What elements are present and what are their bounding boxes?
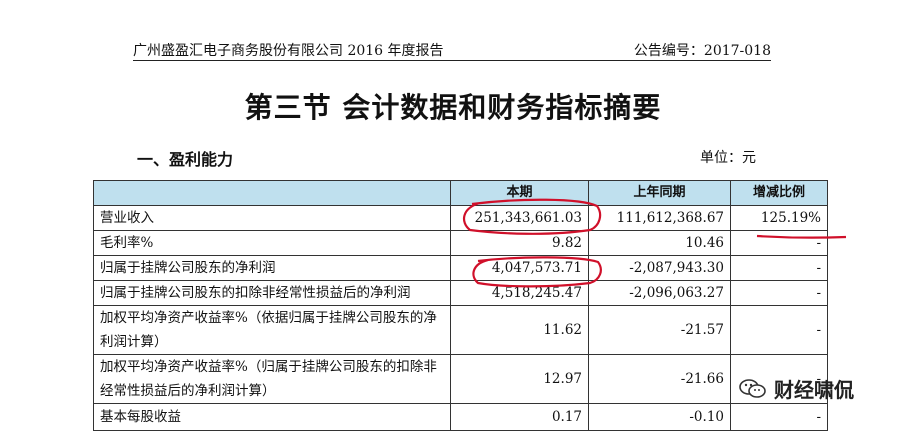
- row-label: 毛利率%: [93, 230, 451, 256]
- change-value: -: [730, 305, 828, 355]
- previous-value: -2,096,063.27: [588, 280, 731, 306]
- previous-value: -2,087,943.30: [588, 255, 731, 281]
- current-value: 9.82: [450, 230, 589, 256]
- current-value: 4,518,245.47: [450, 280, 589, 306]
- previous-value: 111,612,368.67: [588, 205, 731, 231]
- row-label: 加权平均净资产收益率%（依据归属于挂牌公司股东的净利润计算）: [93, 305, 451, 355]
- table-row: 归属于挂牌公司股东的净利润 4,047,573.71 -2,087,943.30…: [93, 255, 828, 281]
- row-label: 归属于挂牌公司股东的净利润: [93, 255, 451, 281]
- change-value: -: [730, 403, 828, 431]
- change-value: 125.19%: [730, 205, 828, 231]
- previous-value: -0.10: [588, 403, 731, 431]
- table-row: 基本每股收益 0.17 -0.10 -: [93, 403, 828, 431]
- table-row: 毛利率% 9.82 10.46 -: [93, 230, 828, 256]
- row-label: 归属于挂牌公司股东的扣除非经常性损益后的净利润: [93, 280, 451, 306]
- current-value: 251,343,661.03: [450, 205, 589, 231]
- financial-table: 本期 上年同期 增减比例 营业收入 251,343,661.03 111,612…: [93, 180, 828, 431]
- current-value: 12.97: [450, 354, 589, 404]
- header-previous-period: 上年同期: [588, 180, 731, 206]
- table-row: 归属于挂牌公司股东的扣除非经常性损益后的净利润 4,518,245.47 -2,…: [93, 280, 828, 306]
- current-value: 11.62: [450, 305, 589, 355]
- table-row: 加权平均净资产收益率%（归属于挂牌公司股东的扣除非经常性损益后的净利润计算） 1…: [93, 354, 828, 404]
- previous-value: -21.66: [588, 354, 731, 404]
- company-report-title: 广州盛盈汇电子商务股份有限公司 2016 年度报告: [133, 43, 444, 59]
- subsection-title: 一、盈利能力: [137, 150, 234, 169]
- current-value: 0.17: [450, 403, 589, 431]
- change-value: -: [730, 280, 828, 306]
- change-value: -: [730, 255, 828, 281]
- change-value: -: [730, 230, 828, 256]
- row-label: 加权平均净资产收益率%（归属于挂牌公司股东的扣除非经常性损益后的净利润计算）: [93, 354, 451, 404]
- table-row: 加权平均净资产收益率%（依据归属于挂牌公司股东的净利润计算） 11.62 -21…: [93, 305, 828, 355]
- notice-number: 公告编号：2017-018: [633, 43, 771, 59]
- header-change-ratio: 增减比例: [730, 180, 828, 206]
- unit-label: 单位：元: [700, 150, 756, 166]
- report-header: 广州盛盈汇电子商务股份有限公司 2016 年度报告 公告编号：2017-018: [133, 38, 771, 61]
- row-label: 营业收入: [93, 205, 451, 231]
- watermark-text: 财经啸侃: [774, 378, 854, 402]
- wechat-icon: [738, 377, 768, 401]
- row-label: 基本每股收益: [93, 403, 451, 431]
- previous-value: 10.46: [588, 230, 731, 256]
- watermark: 财经啸侃: [738, 374, 854, 403]
- section-title: 第三节 会计数据和财务指标摘要: [244, 91, 662, 124]
- current-value: 4,047,573.71: [450, 255, 589, 281]
- header-label-cell: [93, 180, 451, 206]
- previous-value: -21.57: [588, 305, 731, 355]
- table-header-row: 本期 上年同期 增减比例: [93, 180, 828, 206]
- table-row: 营业收入 251,343,661.03 111,612,368.67 125.1…: [93, 205, 828, 231]
- header-current-period: 本期: [450, 180, 589, 206]
